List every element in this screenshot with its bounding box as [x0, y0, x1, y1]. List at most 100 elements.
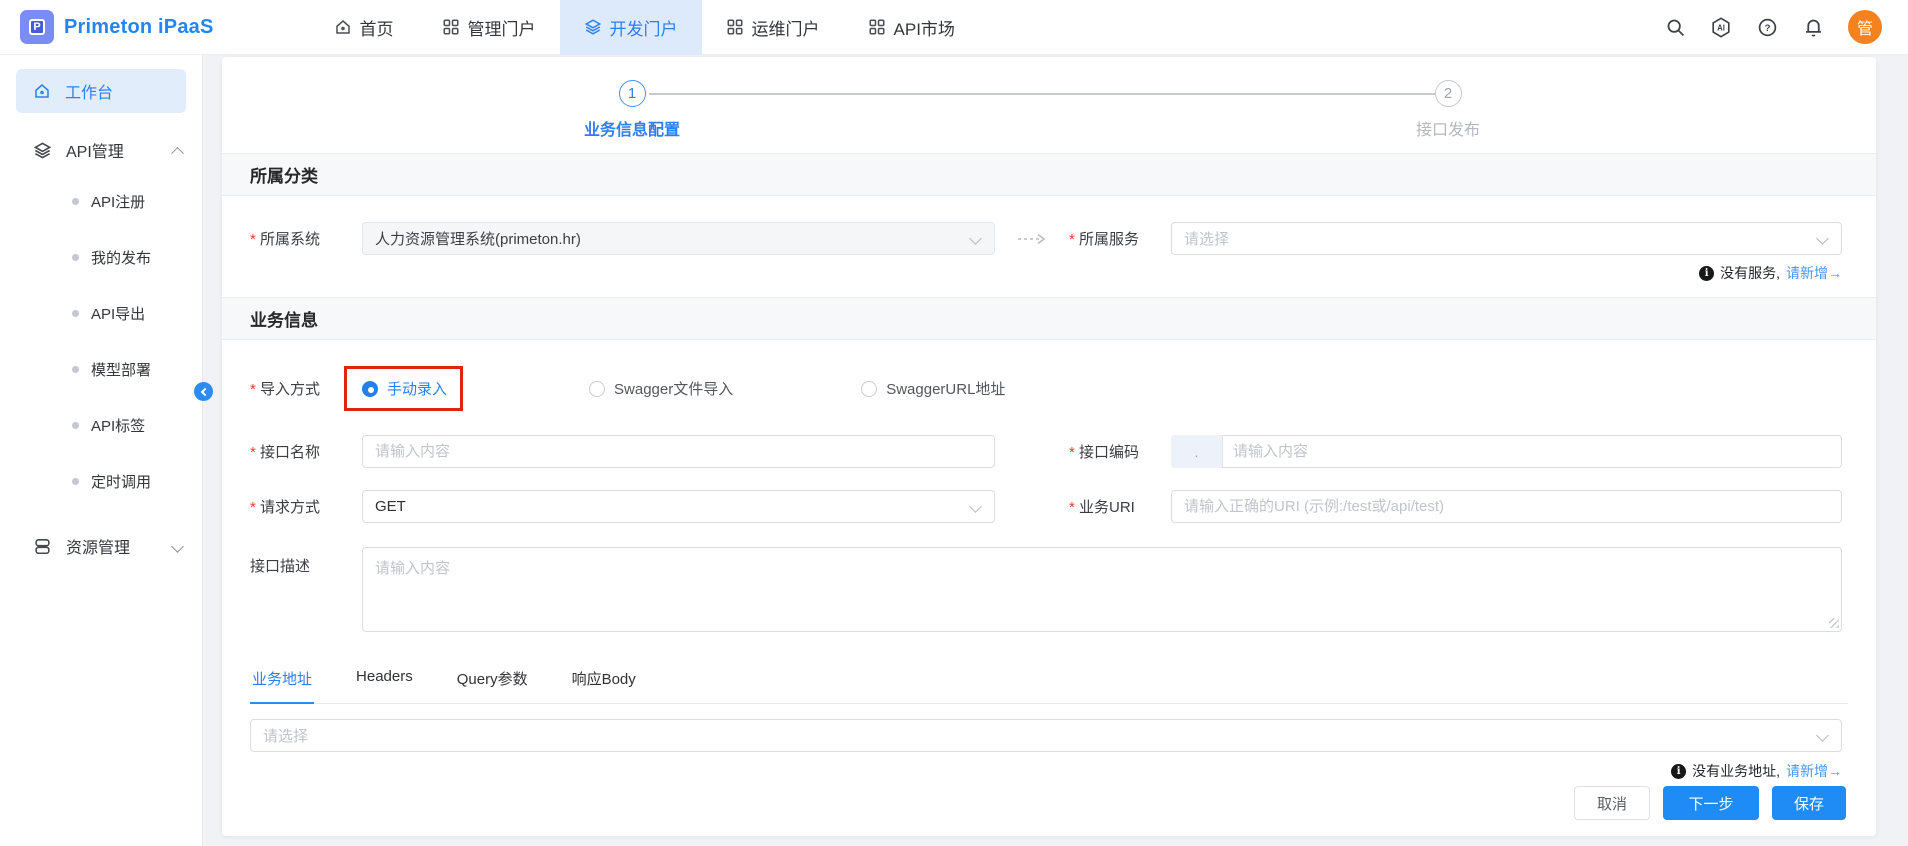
bullet-dot-icon	[72, 309, 79, 317]
top-navigation-bar: P Primeton iPaaS 首页 管理门户 开发门户 运维门户 API市场…	[0, 0, 1908, 55]
nav-item-ops-portal[interactable]: 运维门户	[702, 0, 844, 55]
bullet-dot-icon	[72, 477, 79, 485]
grid-icon	[868, 18, 886, 36]
nav-item-admin-portal[interactable]: 管理门户	[418, 0, 560, 55]
bullet-dot-icon	[72, 365, 79, 373]
detail-tabs: 业务地址 Headers Query参数 响应Body	[250, 668, 1848, 704]
api-code-input[interactable]	[1233, 436, 1829, 467]
nav-item-label: 开发门户	[609, 19, 678, 39]
chevron-down-icon	[171, 539, 184, 553]
topbar-actions: AI ? 管	[1664, 10, 1908, 44]
radio-swagger-url[interactable]: SwaggerURL地址	[861, 378, 1005, 399]
add-address-link[interactable]: 请新增→	[1786, 761, 1842, 781]
sidebar-item-workbench[interactable]: 工作台	[16, 69, 186, 113]
home-icon	[33, 82, 51, 100]
sidebar-group-resource-management[interactable]: 资源管理	[0, 523, 202, 569]
sidebar: 工作台 API管理 API注册 我的发布 API导出 模型部署 API标签 定时…	[0, 55, 203, 846]
business-uri-label: 业务URI	[1069, 496, 1171, 517]
radio-label: Swagger文件导入	[614, 381, 734, 398]
business-address-row: 请选择	[222, 719, 1876, 752]
business-uri-input[interactable]	[1184, 491, 1829, 522]
service-select[interactable]: 请选择	[1171, 222, 1842, 255]
tab-headers[interactable]: Headers	[354, 668, 415, 703]
stepper: 1 业务信息配置 2 接口发布	[222, 57, 1876, 153]
business-address-select[interactable]: 请选择	[250, 719, 1842, 752]
step-number: 2	[1434, 80, 1462, 107]
dashed-arrow-icon	[995, 232, 1069, 246]
sidebar-item-label: API标签	[91, 417, 146, 435]
svg-text:AI: AI	[1717, 23, 1725, 32]
note-text: 没有业务地址,	[1692, 763, 1780, 779]
note-text: 没有服务,	[1720, 265, 1780, 281]
info-icon: i	[1699, 265, 1715, 281]
radio-unselected-icon	[861, 380, 878, 397]
chevron-down-icon	[969, 500, 982, 513]
bullet-dot-icon	[72, 421, 79, 429]
app-logo-icon: P	[20, 10, 54, 44]
radio-unselected-icon	[589, 380, 606, 397]
info-icon: i	[1671, 763, 1687, 779]
api-description-textarea[interactable]	[362, 547, 1842, 632]
resize-grip-icon[interactable]	[1829, 618, 1839, 628]
sidebar-item-label: API导出	[91, 305, 146, 323]
step-label: 接口发布	[1415, 122, 1480, 139]
nav-item-api-market[interactable]: API市场	[844, 0, 979, 55]
api-register-form-card: 1 业务信息配置 2 接口发布 所属分类 所属系统 人力资源管理系统(prime…	[222, 57, 1876, 836]
notifications-bell-icon[interactable]	[1802, 16, 1824, 38]
api-description-label: 接口描述	[250, 558, 311, 575]
sidebar-item-scheduled-call[interactable]: 定时调用	[0, 453, 202, 509]
chevron-down-icon	[969, 232, 982, 245]
nav-item-label: 首页	[359, 19, 394, 39]
chevron-left-icon	[200, 387, 209, 396]
ai-assistant-icon[interactable]: AI	[1710, 16, 1732, 38]
system-select-value: 人力资源管理系统(primeton.hr)	[375, 231, 581, 248]
radio-selected-icon	[362, 380, 378, 397]
step-api-publish: 2 接口发布	[1338, 80, 1558, 140]
api-name-label: 接口名称	[250, 441, 362, 462]
chevron-down-icon	[1816, 232, 1829, 245]
api-name-input[interactable]	[375, 436, 982, 467]
search-icon[interactable]	[1664, 16, 1686, 38]
sidebar-collapse-button[interactable]	[194, 382, 213, 401]
sidebar-item-my-publish[interactable]: 我的发布	[0, 229, 202, 285]
sidebar-item-label: API注册	[91, 193, 146, 211]
highlighted-option-wrap: 手动录入	[344, 366, 464, 411]
sidebar-item-label: 我的发布	[91, 249, 152, 267]
system-select[interactable]: 人力资源管理系统(primeton.hr)	[362, 222, 995, 255]
brand-name: Primeton iPaaS	[64, 15, 214, 38]
request-method-select[interactable]: GET	[362, 490, 995, 523]
brand: P Primeton iPaaS	[0, 10, 240, 44]
form-footer: 取消 下一步 保存	[222, 786, 1876, 836]
nav-item-home[interactable]: 首页	[310, 0, 418, 55]
sidebar-item-api-register[interactable]: API注册	[0, 173, 202, 229]
section-title: 所属分类	[250, 167, 318, 186]
database-icon	[33, 537, 52, 556]
sidebar-item-api-tags[interactable]: API标签	[0, 397, 202, 453]
tab-query-params[interactable]: Query参数	[455, 668, 530, 703]
add-service-link[interactable]: 请新增→	[1786, 263, 1842, 283]
tab-response-body[interactable]: 响应Body	[570, 668, 638, 703]
description-row: 接口描述	[222, 547, 1876, 632]
user-avatar[interactable]: 管	[1848, 10, 1882, 44]
nav-item-dev-portal[interactable]: 开发门户	[559, 0, 702, 55]
sidebar-item-model-deploy[interactable]: 模型部署	[0, 341, 202, 397]
step-label: 业务信息配置	[583, 122, 680, 139]
help-icon[interactable]: ?	[1756, 16, 1778, 38]
next-step-button[interactable]: 下一步	[1663, 786, 1759, 820]
section-title: 业务信息	[250, 311, 318, 330]
api-code-prefix: .	[1171, 435, 1223, 468]
section-header-business-info: 业务信息	[222, 297, 1876, 340]
sidebar-item-api-export[interactable]: API导出	[0, 285, 202, 341]
tab-business-address[interactable]: 业务地址	[250, 668, 315, 704]
api-code-label: 接口编码	[1069, 441, 1171, 462]
save-button[interactable]: 保存	[1772, 786, 1846, 820]
sidebar-group-api-management[interactable]: API管理	[0, 127, 202, 173]
radio-manual-entry[interactable]: 手动录入	[362, 378, 447, 399]
import-method-radio-group: 手动录入 Swagger文件导入 SwaggerURL地址	[344, 366, 1005, 411]
chevron-down-icon	[1816, 729, 1829, 742]
radio-swagger-file[interactable]: Swagger文件导入	[589, 378, 733, 399]
no-service-note: i 没有服务, 请新增→	[222, 263, 1876, 283]
service-field-label: 所属服务	[1069, 228, 1171, 249]
cancel-button[interactable]: 取消	[1574, 786, 1650, 820]
name-code-row: 接口名称 接口编码 .	[222, 435, 1876, 468]
